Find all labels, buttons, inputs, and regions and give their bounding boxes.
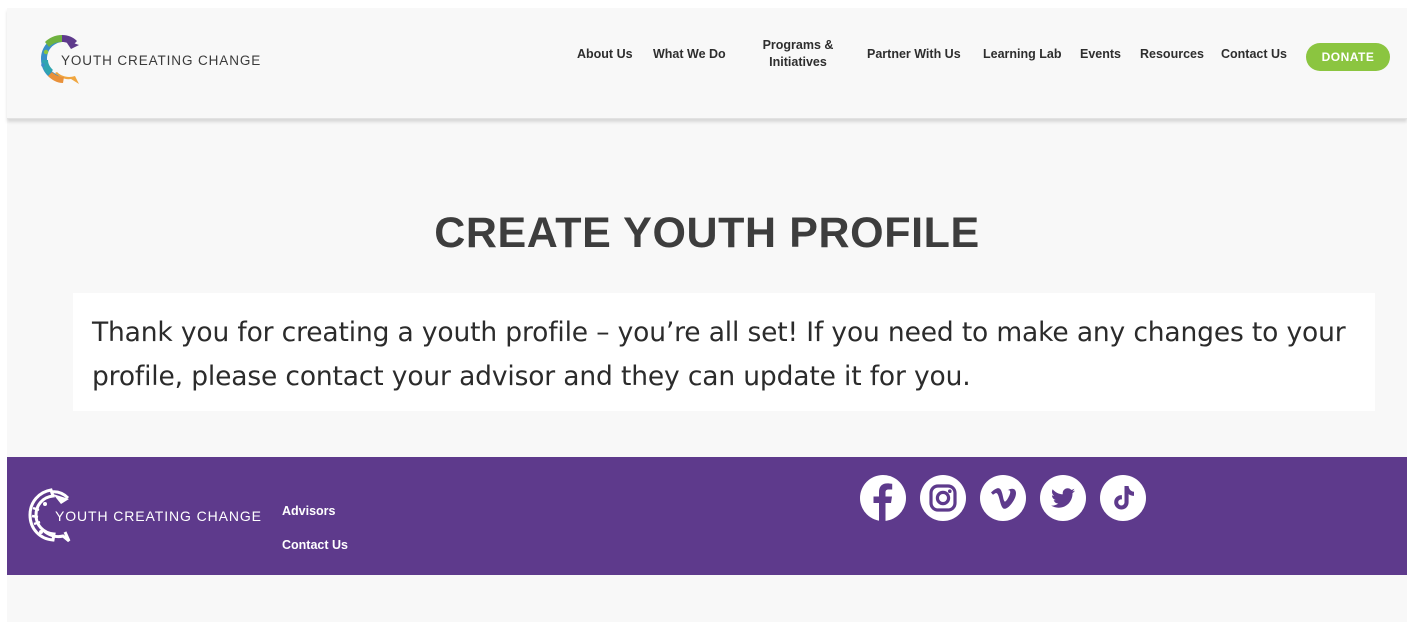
twitter-icon[interactable] <box>1040 475 1086 521</box>
confirmation-box: Thank you for creating a youth profile –… <box>73 293 1375 411</box>
vimeo-icon[interactable] <box>980 475 1026 521</box>
page-title: CREATE YOUTH PROFILE <box>434 209 980 257</box>
site-logo[interactable]: YOUTH CREATING CHANGE <box>35 32 261 86</box>
nav-programs-initiatives[interactable]: Programs & Initiatives <box>759 37 837 71</box>
nav-programs-line2: Initiatives <box>769 55 827 69</box>
logo-text: YOUTH CREATING CHANGE <box>61 52 262 68</box>
footer-logo-text: YOUTH CREATING CHANGE <box>55 507 262 524</box>
logo-mark-icon <box>35 32 87 86</box>
footer-logo[interactable]: YOUTH CREATING CHANGE <box>25 486 262 544</box>
nav-what-we-do[interactable]: What We Do <box>653 46 726 63</box>
nav-learning-lab[interactable]: Learning Lab <box>983 46 1061 63</box>
footer-link-advisors[interactable]: Advisors <box>282 504 336 518</box>
facebook-icon[interactable] <box>860 475 906 521</box>
nav-events[interactable]: Events <box>1080 46 1121 63</box>
tiktok-icon[interactable] <box>1100 475 1146 521</box>
nav-partner-with-us[interactable]: Partner With Us <box>867 46 961 63</box>
site-header: YOUTH CREATING CHANGE About Us What We D… <box>7 8 1407 119</box>
site-footer: YOUTH CREATING CHANGE Advisors Contact U… <box>7 457 1407 575</box>
confirmation-message: Thank you for creating a youth profile –… <box>92 317 1346 392</box>
nav-contact-us[interactable]: Contact Us <box>1221 46 1287 63</box>
footer-logo-mark-icon <box>25 486 77 544</box>
nav-resources[interactable]: Resources <box>1140 46 1204 63</box>
footer-link-contact-us[interactable]: Contact Us <box>282 538 348 552</box>
nav-about-us[interactable]: About Us <box>577 46 633 63</box>
instagram-icon[interactable] <box>920 475 966 521</box>
donate-button[interactable]: DONATE <box>1306 43 1390 71</box>
page: YOUTH CREATING CHANGE About Us What We D… <box>7 8 1407 622</box>
nav-programs-line1: Programs & <box>762 38 834 52</box>
